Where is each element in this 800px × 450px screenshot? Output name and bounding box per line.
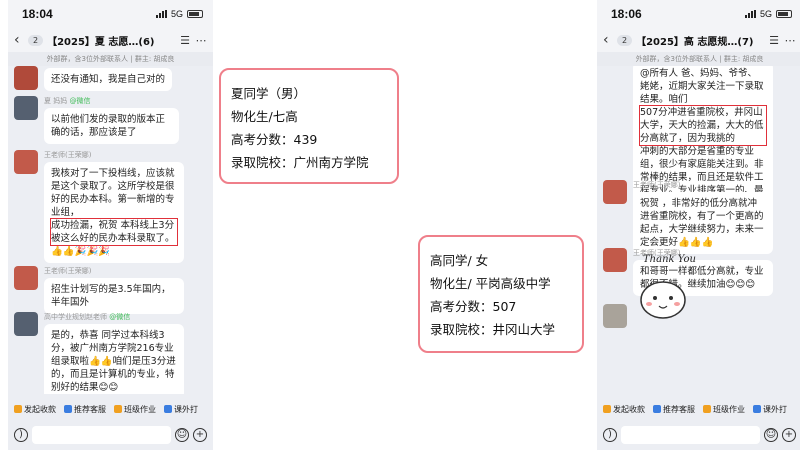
message-bubble: 我核对了一下投档线，应该就是这个录取了。这所学校是很好的民办本科。第一新增的专业…: [44, 162, 184, 263]
student-subjects: 物化生/七高: [231, 109, 298, 124]
chat-area: 还没有通知，我是自己对的 夏 妈妈 @微信 以前他们发的录取的版本正确的话，那应…: [8, 66, 213, 394]
battery-icon: [187, 10, 203, 18]
message-bubble: 招生计划写的是3.5年国内，半年国外: [44, 278, 184, 314]
payment-icon: [14, 405, 22, 413]
collect-payment-button[interactable]: 发起收款: [14, 404, 56, 415]
chat-area: @所有人 爸、妈妈、爷爷、姥姥，近期大家关注一下录取结果。咱们 507分冲进省重…: [597, 66, 800, 394]
book-icon: [753, 405, 761, 413]
message-bubble: 祝贺 ，非常好的低分高就冲进省重院校，有了一个更高的起点，大学继续努力，未来一定…: [633, 192, 773, 254]
homework-icon: [703, 405, 711, 413]
left-phone-screenshot: 18:04 5G ‹ 2 【2025】夏 志愿…(6) ☰ ⋯ 外部群，含3位外…: [8, 0, 213, 450]
voice-icon[interactable]: ): [603, 428, 617, 442]
emoji-row: 👍👍🎉🎉🎉: [51, 246, 111, 257]
sender-name: 王老师(王荣娜): [633, 181, 681, 189]
student-school: 录取院校：井冈山大学: [430, 322, 556, 337]
signal-icon: [155, 10, 167, 18]
message-bubble: 还没有通知，我是自己对的: [44, 68, 173, 91]
book-icon: [164, 405, 172, 413]
status-time: 18:04: [22, 7, 53, 21]
message-input[interactable]: [621, 426, 760, 444]
more-icon[interactable]: ⋯: [195, 34, 207, 47]
network-label: 5G: [759, 9, 772, 19]
student-subjects: 物化生/ 平岗高级中学: [430, 276, 551, 291]
student-score: 高考分数：507: [430, 299, 517, 314]
highlighted-text: 成功捡漏，祝贺 本科线上3分被这么好的民办本科录取了。: [50, 218, 178, 246]
homework-icon: [114, 405, 122, 413]
back-arrow-icon[interactable]: ‹: [14, 32, 24, 48]
emoji-icon[interactable]: ☺: [764, 428, 778, 442]
chat-header: ‹ 2 【2025】高 志愿规…(7) ☰ ⋯: [597, 28, 800, 52]
extracurricular-button[interactable]: 课外打: [164, 404, 198, 415]
plus-icon[interactable]: +: [782, 428, 796, 442]
avatar[interactable]: [603, 180, 627, 204]
recommend-service-button[interactable]: 推荐客服: [64, 404, 106, 415]
emoji-icon[interactable]: ☺: [175, 428, 189, 442]
status-time: 18:06: [611, 7, 642, 21]
plus-icon[interactable]: +: [193, 428, 207, 442]
back-arrow-icon[interactable]: ‹: [603, 32, 613, 48]
avatar[interactable]: [14, 312, 38, 336]
service-icon: [64, 405, 72, 413]
message-bubble: 以前他们发的录取的版本正确的话，那应该是了: [44, 108, 179, 144]
quick-actions-bar: 发起收款 推荐客服 班级作业 课外打: [8, 398, 213, 420]
sender-name: 高中学业规划赵老师: [44, 313, 107, 321]
highlighted-text: 507分冲进省重院校，井冈山大学，天大的捡漏，大大的低分高就了，因为我挑的: [639, 105, 767, 146]
student-school: 录取院校：广州南方学院: [231, 155, 369, 170]
avatar[interactable]: [603, 304, 627, 328]
message-text: @所有人 爸、妈妈、爷爷、姥姥，近期大家关注一下录取结果。咱们: [640, 68, 764, 105]
unread-count-badge[interactable]: 2: [28, 34, 44, 46]
message-input[interactable]: [32, 426, 171, 444]
sticker-caption: Thank You: [643, 254, 696, 265]
class-homework-button[interactable]: 班级作业: [114, 404, 156, 415]
recommend-service-button[interactable]: 推荐客服: [653, 404, 695, 415]
service-icon: [653, 405, 661, 413]
student-info-card-right: 高同学/ 女 物化生/ 平岗高级中学 高考分数：507 录取院校：井冈山大学: [418, 235, 584, 353]
extracurricular-button[interactable]: 课外打: [753, 404, 787, 415]
class-homework-button[interactable]: 班级作业: [703, 404, 745, 415]
student-name: 高同学/ 女: [430, 253, 489, 268]
student-score: 高考分数：439: [231, 132, 318, 147]
battery-icon: [776, 10, 792, 18]
group-info-bar: 外部群，含3位外部联系人 | 群主: 胡成良: [8, 52, 213, 66]
right-phone-screenshot: 18:06 5G ‹ 2 【2025】高 志愿规…(7) ☰ ⋯ 外部群，含3位…: [597, 0, 800, 450]
signal-icon: [744, 10, 756, 18]
chat-title: 【2025】高 志愿规…(7): [636, 36, 754, 48]
collect-payment-button[interactable]: 发起收款: [603, 404, 645, 415]
sender-name: 夏 妈妈: [44, 97, 68, 105]
avatar[interactable]: [14, 96, 38, 120]
avatar[interactable]: [14, 150, 38, 174]
people-icon[interactable]: ☰: [179, 34, 191, 47]
message-bubble: 是的，恭喜 同学过本科线3分，被广州南方学院216专业组录取啦👍👍咱们是压3分进…: [44, 324, 184, 394]
avatar[interactable]: [14, 66, 38, 90]
more-icon[interactable]: ⋯: [784, 34, 796, 47]
group-info-bar: 外部群，含3位外部联系人 | 群主: 胡成良: [597, 52, 800, 66]
network-label: 5G: [170, 9, 183, 19]
people-icon[interactable]: ☰: [768, 34, 780, 47]
sender-name: 王老师(王荣娜): [44, 267, 92, 275]
wechat-tag: @微信: [109, 313, 131, 321]
wechat-tag: @微信: [69, 97, 91, 105]
student-info-card-left: 夏同学（男） 物化生/七高 高考分数：439 录取院校：广州南方学院: [219, 68, 399, 184]
avatar[interactable]: [603, 248, 627, 272]
sender-name: 王老师(王荣娜): [44, 151, 92, 159]
chat-header: ‹ 2 【2025】夏 志愿…(6) ☰ ⋯: [8, 28, 213, 52]
avatar[interactable]: [14, 266, 38, 290]
quick-actions-bar: 发起收款 推荐客服 班级作业 课外打: [597, 398, 800, 420]
message-text: 我核对了一下投档线，应该就是这个录取了。这所学校是很好的民办本科。第一新增的专业…: [51, 168, 175, 218]
input-bar: ) ☺ +: [8, 420, 213, 450]
student-name: 夏同学（男）: [231, 86, 307, 101]
status-bar: 18:06 5G: [597, 0, 800, 28]
input-bar: ) ☺ +: [597, 420, 800, 450]
payment-icon: [603, 405, 611, 413]
unread-count-badge[interactable]: 2: [617, 34, 633, 46]
status-bar: 18:04 5G: [8, 0, 213, 28]
chat-title: 【2025】夏 志愿…(6): [47, 36, 155, 48]
thank-you-sticker: [640, 281, 686, 319]
voice-icon[interactable]: ): [14, 428, 28, 442]
